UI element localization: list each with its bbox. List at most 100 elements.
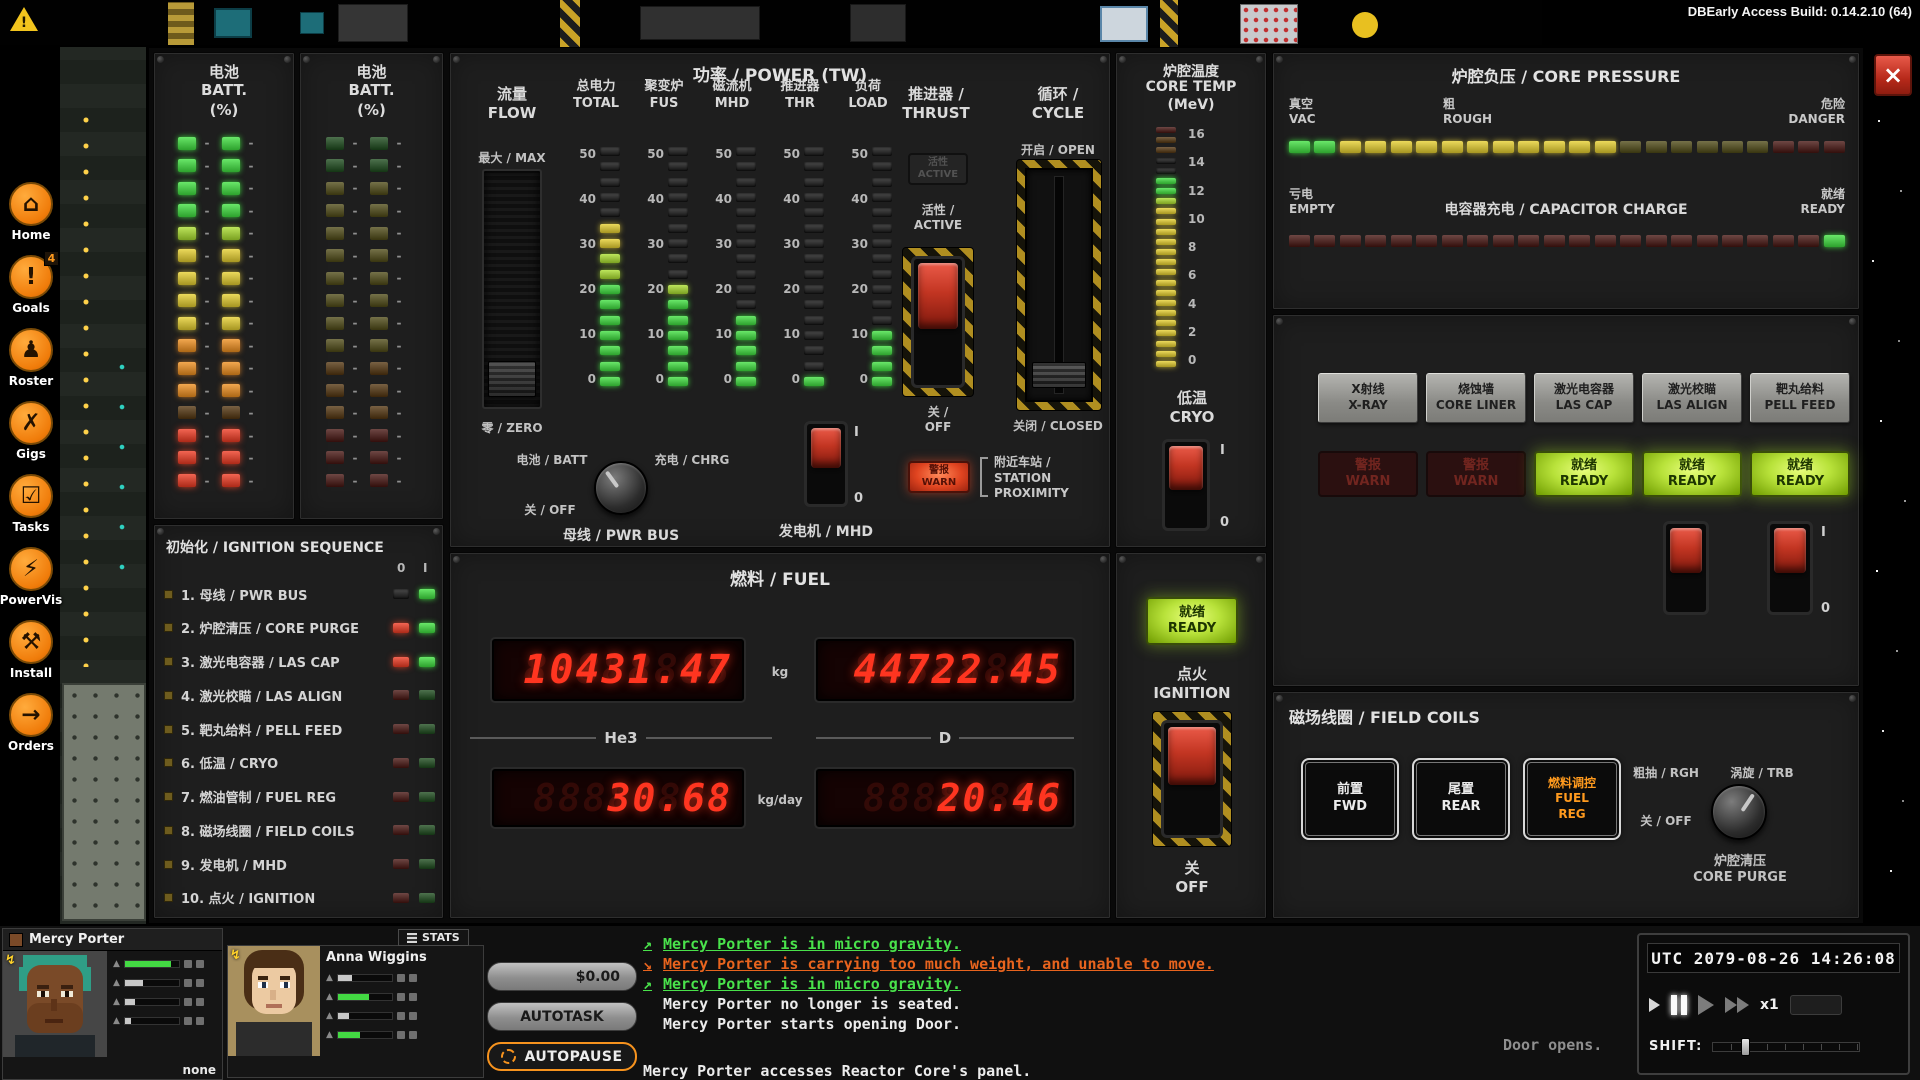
need-arrow-icon: ▲ — [326, 1011, 333, 1021]
sidebar-item[interactable]: PowerVis — [3, 547, 59, 607]
mhd-switch[interactable] — [804, 421, 848, 507]
need-row: ▲ — [113, 978, 216, 988]
core-pressure-title: 炉腔负压 / CORE PRESSURE — [1273, 63, 1859, 87]
led — [600, 285, 620, 294]
autopause-button[interactable]: AUTOPAUSE — [487, 1042, 637, 1071]
tick-label: - — [350, 317, 360, 329]
sidebar-badge: 4 — [44, 251, 59, 266]
cycle-slider[interactable] — [1025, 168, 1093, 402]
led — [668, 239, 688, 248]
flow-slider[interactable] — [482, 169, 542, 409]
tick-label: - — [246, 250, 256, 262]
led — [736, 147, 756, 156]
led — [178, 474, 196, 487]
tick-label: - — [350, 160, 360, 172]
led — [600, 362, 620, 371]
thrust-title: 推进器 /THRUST — [880, 85, 992, 123]
stats-tab[interactable]: STATS — [398, 929, 469, 946]
core-liner-button[interactable]: 烧蚀墙CORE LINER — [1426, 373, 1526, 423]
sidebar-item[interactable]: Home — [3, 182, 59, 242]
tick-label: - — [246, 407, 256, 419]
ignition-step-row: 8. 磁场线圈 / FIELD COILS — [164, 817, 435, 843]
play-button[interactable] — [1698, 995, 1714, 1015]
step-led-off — [393, 623, 409, 633]
xray-button[interactable]: X射线X-RAY — [1318, 373, 1418, 423]
led — [1442, 235, 1463, 247]
tick-label: - — [246, 385, 256, 397]
autotask-button[interactable]: AUTOTASK — [487, 1002, 637, 1031]
sidebar-label: PowerVis — [0, 593, 62, 607]
meter-load: 负荷LOAD 50403020100 — [834, 79, 902, 386]
need-bar — [337, 993, 393, 1001]
close-panel-button[interactable]: × — [1874, 54, 1912, 96]
step-bullet-icon — [164, 826, 173, 835]
pwr-bus-knob[interactable] — [594, 461, 648, 515]
shift-slider[interactable] — [1712, 1042, 1860, 1052]
sidebar-item[interactable]: 4 Goals — [3, 255, 59, 315]
sidebar-item[interactable]: Tasks — [3, 474, 59, 534]
cryo-switch[interactable] — [1162, 439, 1210, 531]
need-row: ▲ — [326, 992, 477, 1002]
step-bullet-icon — [164, 725, 173, 734]
led — [1156, 188, 1176, 194]
fuel-reg-button[interactable]: 燃料调控FUELREG — [1523, 758, 1621, 840]
led — [178, 362, 196, 375]
shift-slider-handle[interactable] — [1741, 1038, 1750, 1056]
thrust-off-label: 关 /OFF — [902, 405, 974, 435]
led — [736, 178, 756, 187]
crew-name: Anna Wiggins — [320, 946, 483, 965]
pell-feed-button[interactable]: 靶丸给料PELL FEED — [1750, 373, 1850, 423]
ignition-step-row: 3. 激光电容器 / LAS CAP — [164, 649, 435, 675]
sidebar-item[interactable]: Orders — [3, 693, 59, 753]
sidebar-icon — [9, 328, 53, 372]
core-purge-knob[interactable] — [1711, 784, 1767, 840]
money-button[interactable]: $0.00 — [487, 962, 637, 991]
log-text: Mercy Porter is in micro gravity. — [663, 975, 961, 993]
led — [736, 316, 756, 325]
sidebar-label: Tasks — [12, 520, 49, 534]
tick-label: 20 — [708, 282, 732, 296]
led — [370, 406, 388, 419]
tick-label: - — [394, 475, 404, 487]
led — [736, 346, 756, 355]
pause-button[interactable] — [1671, 995, 1687, 1015]
subsystem-switch-2[interactable] — [1767, 521, 1813, 615]
tick-label: - — [394, 430, 404, 442]
rear-coil-button[interactable]: 尾置REAR — [1412, 758, 1510, 840]
las-align-button[interactable]: 激光校瞄LAS ALIGN — [1642, 373, 1742, 423]
sidebar-item[interactable]: Install — [3, 620, 59, 680]
field-coils-panel: 磁场线圈 / FIELD COILS 前置FWD 尾置REAR 燃料调控FUEL… — [1272, 691, 1860, 919]
ignition-sequence-panel: 初始化 / IGNITION SEQUENCE 0 I 1. 母线 / PWR … — [153, 524, 444, 919]
step-led-off — [393, 657, 409, 667]
subsystem-switch-1[interactable] — [1663, 521, 1709, 615]
sidebar-item[interactable]: Gigs — [3, 401, 59, 461]
fast-forward-button[interactable] — [1725, 997, 1749, 1013]
crew-card-anna[interactable]: ↯ Anna Wiggins ▲ ▲ — [227, 945, 484, 1078]
meter-ticks: 50403020100 — [640, 147, 664, 386]
ignition-switch[interactable] — [1161, 720, 1223, 838]
step-play-icon[interactable] — [1649, 998, 1660, 1012]
step-label: 10. 点火 / IGNITION — [181, 888, 383, 907]
thrust-switch[interactable] — [911, 256, 965, 388]
turbo-pump-label: 涡旋 / TRB — [1725, 764, 1799, 781]
tick-label: - — [394, 317, 404, 329]
sidebar-item[interactable]: Roster — [3, 328, 59, 388]
led — [326, 294, 344, 307]
led — [1697, 235, 1718, 247]
need-arrow-icon: ▲ — [113, 978, 120, 988]
led — [326, 182, 344, 195]
battery-led-column — [326, 137, 344, 487]
flow-slider-handle[interactable] — [488, 361, 536, 397]
led — [1798, 235, 1819, 247]
fwd-coil-button[interactable]: 前置FWD — [1301, 758, 1399, 840]
led — [370, 294, 388, 307]
core-temp-panel: 炉腔温度 CORE TEMP (MeV) 1614121086420 低温CRY… — [1115, 52, 1267, 548]
step-label: 7. 燃油管制 / FUEL REG — [181, 787, 383, 806]
cycle-slider-handle[interactable] — [1032, 362, 1086, 388]
las-cap-button[interactable]: 激光电容器LAS CAP — [1534, 373, 1634, 423]
crew-card-mercy[interactable]: Mercy Porter ↯ ▲ — [2, 928, 223, 1080]
skip-button[interactable] — [1790, 995, 1842, 1015]
ready-lamp-1: 就绪READY — [1534, 451, 1634, 497]
led — [872, 162, 892, 171]
tick-label: 10 — [844, 327, 868, 341]
